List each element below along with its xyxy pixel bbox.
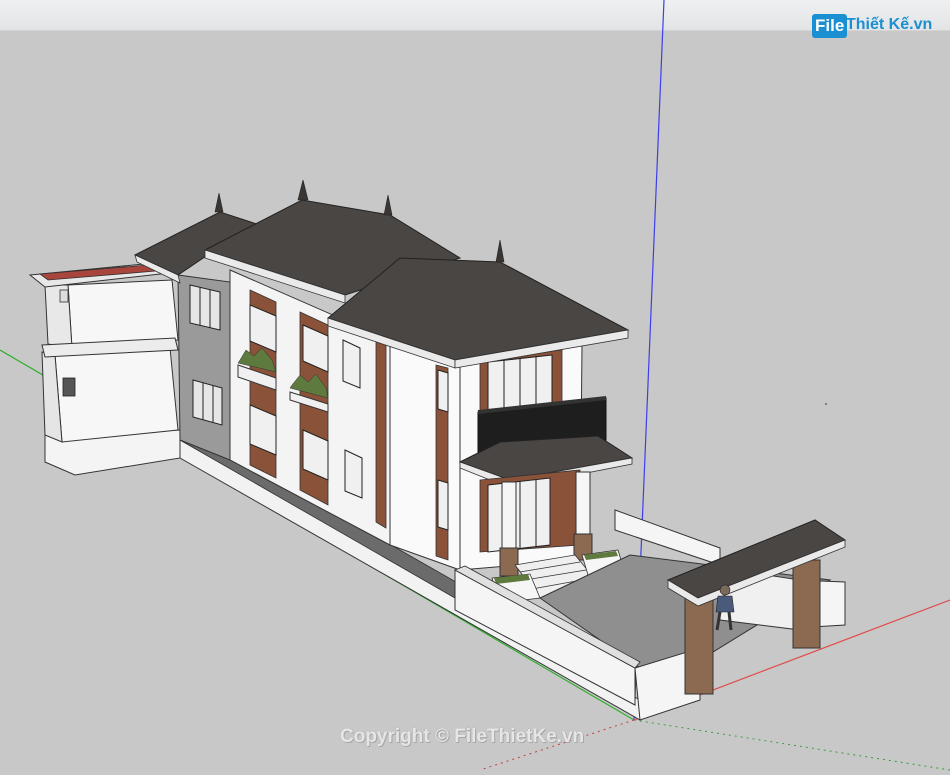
house-model[interactable] (28, 179, 847, 721)
side-window-upper (437, 369, 449, 413)
wood-panel-3 (375, 337, 387, 529)
annex-upper-wall (67, 279, 179, 349)
green-axis-dotted (633, 719, 950, 771)
copyright-watermark: Copyright © FileThietKe.vn (340, 726, 585, 747)
3d-viewport[interactable] (0, 0, 950, 775)
logo-rest-text: Thiết Kế.vn (846, 16, 933, 33)
filethietke-logo: File Thiết Kế.vn (812, 12, 944, 44)
logo-file-text: File (812, 14, 848, 38)
front-wall (389, 339, 461, 571)
gate-pillar-right (792, 559, 821, 649)
front-door (487, 477, 551, 553)
side-window-lower (437, 479, 449, 531)
annex-vent (62, 377, 76, 397)
annex-small-window (59, 289, 69, 303)
